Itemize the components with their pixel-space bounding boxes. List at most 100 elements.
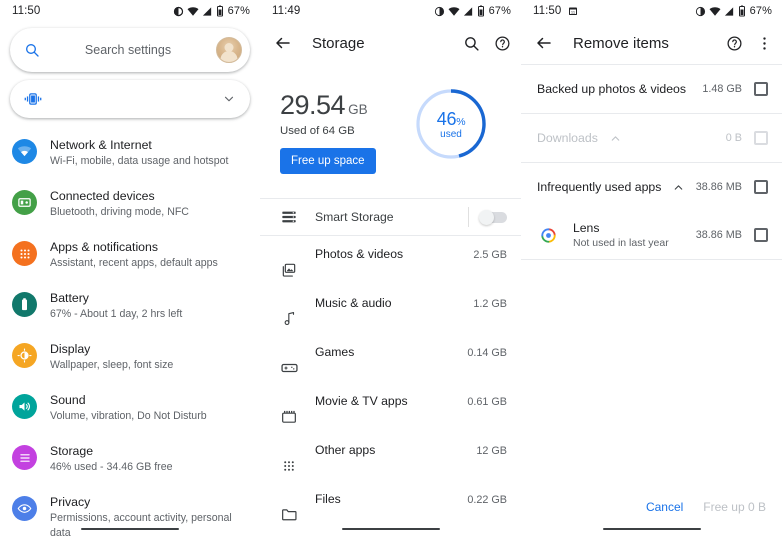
settings-row-title: Storage [50,444,94,458]
remove-row-checkbox[interactable] [754,180,768,194]
storage-category-size: 12 GB [476,445,507,457]
storage-category-line: Photos & videos 2.5 GB [315,247,507,261]
storage-category-body: Files 0.22 GB [315,490,507,530]
storage-category-name: Games [315,345,355,359]
remove-row-infrequently-used-apps[interactable]: Infrequently used apps 38.86 MB [521,163,782,211]
settings-row-text: Display Wallpaper, sleep, font size [50,341,173,373]
settings-row-subtitle: 46% used - 34.46 GB free [50,461,173,473]
signal-icon [463,6,472,16]
storage-category-line: Music & audio 1.2 GB [315,296,507,310]
sidebar-item-apps-notifications[interactable]: Apps & notifications Assistant, recent a… [0,231,260,282]
storage-category-name: Other apps [315,443,376,457]
storage-category-games[interactable]: Games 0.14 GB [260,334,521,383]
app-subtitle: Not used in last year [573,236,669,249]
storage-category-name: Photos & videos [315,247,404,261]
search-bar[interactable]: Search settings [10,28,250,72]
vertical-divider [468,207,469,227]
signal-icon [202,6,211,16]
remove-row-size: 0 B [725,132,742,144]
clapperboard-icon [276,392,302,432]
settings-row-title: Display [50,342,91,356]
battery-percent: 67% [227,5,250,17]
storage-category-photos[interactable]: Photos & videos 2.5 GB [260,236,521,285]
remove-items-appbar: Remove items [521,22,782,64]
google-lens-icon [537,224,559,246]
back-arrow-icon[interactable] [274,34,292,52]
status-bar: 11:49 67% [260,0,521,22]
cancel-button[interactable]: Cancel [646,500,683,514]
settings-row-title: Connected devices [50,189,155,203]
storage-categories-list: Photos & videos 2.5 GB Music & audio 1.2… [260,236,521,536]
help-circle-icon[interactable] [494,35,511,52]
more-vert-icon[interactable] [757,35,772,52]
back-arrow-icon[interactable] [535,34,553,52]
smart-storage-controls [468,207,507,227]
battery-icon [12,292,37,317]
storage-used-value: 29.54 [280,90,346,120]
search-icon[interactable] [463,35,480,52]
storage-category-other-apps[interactable]: Other apps 12 GB [260,432,521,481]
help-circle-icon[interactable] [726,35,743,52]
storage-category-music[interactable]: Music & audio 1.2 GB [260,285,521,334]
remove-row-backed-up-photos[interactable]: Backed up photos & videos 1.48 GB [521,65,782,113]
sidebar-item-sound[interactable]: Sound Volume, vibration, Do Not Disturb [0,384,260,435]
sidebar-item-network[interactable]: Network & Internet Wi-Fi, mobile, data u… [0,129,260,180]
smart-storage-toggle[interactable] [479,209,507,225]
storage-category-line: Files 0.22 GB [315,492,507,506]
status-bar-icons: 67% [173,5,250,17]
dnd-icon [434,6,444,16]
storage-category-movies[interactable]: Movie & TV apps 0.61 GB [260,383,521,432]
storage-category-body: Music & audio 1.2 GB [315,294,507,334]
status-bar-time: 11:50 [12,5,41,17]
status-bar: 11:50 67% [0,0,260,22]
smart-storage-row[interactable]: Smart Storage [260,199,521,235]
folder-icon [276,490,302,530]
remove-row-size: 1.48 GB [702,83,742,95]
remove-row-downloads[interactable]: Downloads 0 B [521,114,782,162]
storage-summary: 29.54 GB Used of 64 GB Free up space 46% … [260,64,521,174]
account-avatar[interactable] [216,37,242,63]
svg-text:11: 11 [571,9,576,14]
ring-percent: 46% [437,109,466,130]
ring-label: 46% used [413,86,489,162]
page-title: Remove items [573,34,669,52]
screenshot-root: 11:50 67% Search settings Network & Inte… [0,0,782,536]
storage-category-system[interactable]: System 12 GB [260,530,521,536]
remove-row-label: Downloads [537,131,598,145]
apps-grid-icon [276,441,302,481]
free-up-button: Free up 0 B [703,500,766,514]
storage-category-size: 0.61 GB [467,396,507,408]
battery-icon [216,5,223,17]
storage-category-name: Movie & TV apps [315,394,408,408]
battery-icon [477,5,484,17]
settings-row-title: Sound [50,393,86,407]
settings-row-text: Storage 46% used - 34.46 GB free [50,443,173,475]
free-up-space-button[interactable]: Free up space [280,148,376,174]
wifi-icon [187,6,199,16]
app-checkbox[interactable] [754,228,768,242]
sidebar-item-connected-devices[interactable]: Connected devices Bluetooth, driving mod… [0,180,260,231]
storage-category-files[interactable]: Files 0.22 GB [260,481,521,530]
sidebar-item-storage[interactable]: Storage 46% used - 34.46 GB free [0,435,260,486]
settings-row-text: Battery 67% - About 1 day, 2 hrs left [50,290,182,322]
chevron-up-icon[interactable] [609,132,622,145]
settings-row-title: Network & Internet [50,138,152,152]
list-item-app-lens[interactable]: Lens Not used in last year 38.86 MB [521,211,782,259]
remove-row-checkbox[interactable] [754,82,768,96]
storage-category-body: Other apps 12 GB [315,441,507,481]
home-indicator [81,527,179,530]
storage-category-size: 1.2 GB [473,298,507,310]
wifi-icon [12,139,37,164]
photos-icon [276,245,302,285]
home-indicator [341,527,440,530]
vibration-suggestion-card[interactable] [10,80,250,118]
wifi-icon [448,6,460,16]
search-input[interactable]: Search settings [40,43,216,57]
chevron-down-icon[interactable] [222,92,236,106]
sidebar-item-battery[interactable]: Battery 67% - About 1 day, 2 hrs left [0,282,260,333]
chevron-up-icon[interactable] [672,181,685,194]
storage-used-block: 29.54 GB Used of 64 GB Free up space [280,86,376,174]
storage-used-amount: 29.54 GB [280,90,376,121]
sidebar-item-display[interactable]: Display Wallpaper, sleep, font size [0,333,260,384]
calendar-icon: 11 [568,6,578,16]
